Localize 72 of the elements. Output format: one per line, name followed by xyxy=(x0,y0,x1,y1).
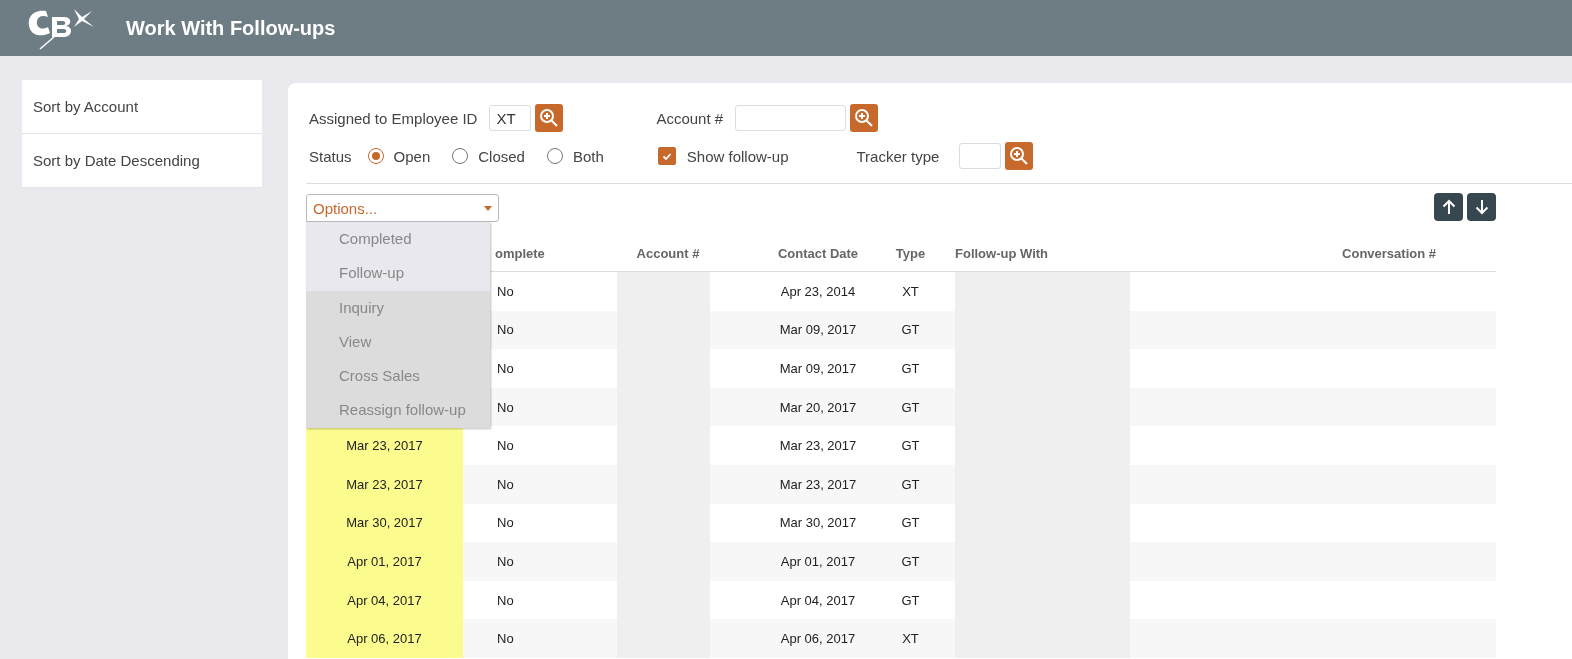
due-date-cell: Mar 23, 2017 xyxy=(306,464,463,504)
column-header: Account # xyxy=(635,244,701,263)
table-cell-text: XT xyxy=(901,282,920,301)
table-cell-text: Mar 23, 2017 xyxy=(778,437,858,456)
column-header: Type xyxy=(894,244,927,263)
account-field[interactable] xyxy=(735,105,847,131)
menu-item[interactable]: Inquiry xyxy=(306,290,490,325)
search-button[interactable] xyxy=(1005,142,1034,170)
table-cell-text: GT xyxy=(900,321,921,340)
table-cell-text: GT xyxy=(900,360,921,378)
column-header: omplete xyxy=(494,244,546,263)
table-cell-text: Apr 23, 2014 xyxy=(779,282,857,301)
table-cell-text: GT xyxy=(900,475,921,494)
menu-item[interactable]: Reassign follow-up xyxy=(306,393,490,428)
field-label: Account # xyxy=(656,109,724,127)
radio-label: Open xyxy=(393,147,431,165)
search-button[interactable] xyxy=(850,104,879,132)
radio-label: Closed xyxy=(478,147,525,165)
tracker-type-field[interactable] xyxy=(959,143,1002,169)
table-cell-text: No xyxy=(496,552,515,571)
menu-item[interactable]: View xyxy=(306,324,490,360)
table-cell-text: No xyxy=(496,437,515,456)
column-header: Follow-up With xyxy=(954,244,1050,263)
table-cell-text: XT xyxy=(901,630,920,649)
table-cell-text: Mar 30, 2017 xyxy=(778,514,858,533)
menu-item[interactable]: Completed xyxy=(306,222,490,257)
options-dropdown[interactable]: Options... xyxy=(306,194,499,222)
table-cell-text: GT xyxy=(900,398,921,417)
down-arrow-icon xyxy=(1474,199,1489,215)
radio-label: Both xyxy=(572,147,604,165)
table-cell-text: No xyxy=(496,475,515,494)
menu-item[interactable]: Cross Sales xyxy=(306,359,490,394)
table-cell-text: No xyxy=(496,321,515,340)
table-cell-text: GT xyxy=(900,591,921,610)
due-date-cell: Apr 04, 2017 xyxy=(306,580,463,620)
move-up-button[interactable] xyxy=(1434,193,1463,221)
move-down-button[interactable] xyxy=(1467,193,1496,221)
table-cell-text: Mar 09, 2017 xyxy=(778,321,858,340)
menu-item[interactable]: Follow-up xyxy=(306,256,490,291)
table-cell-text: Apr 06, 2017 xyxy=(779,630,857,649)
search-button[interactable] xyxy=(535,104,564,132)
page-title: Work With Follow-ups xyxy=(126,16,336,40)
table-cell-text: No xyxy=(496,591,515,610)
field-label: Assigned to Employee ID xyxy=(309,109,478,127)
table-cell-text: No xyxy=(496,360,515,378)
sidebar-item[interactable]: Sort by Date Descending xyxy=(22,134,262,188)
due-date-cell: Apr 06, 2017 xyxy=(306,619,463,658)
table-cell-text: Mar 09, 2017 xyxy=(778,360,858,378)
caret-icon xyxy=(484,205,492,211)
table-cell-text: No xyxy=(496,282,515,301)
table-cell-text: GT xyxy=(900,437,921,456)
due-date-cell: Mar 30, 2017 xyxy=(306,503,463,543)
field-label: Status xyxy=(309,147,352,165)
employee-id-field[interactable]: XT xyxy=(489,105,532,131)
table-cell-text: No xyxy=(496,398,515,417)
sidebar-item[interactable]: Sort by Account xyxy=(22,80,262,134)
checkbox-label: Show follow-up xyxy=(686,147,789,165)
table-cell-text: Mar 20, 2017 xyxy=(778,398,858,417)
column-header: Contact Date xyxy=(776,244,860,263)
table-cell-text: Apr 04, 2017 xyxy=(779,591,857,610)
checkbox[interactable] xyxy=(657,147,676,165)
table-cell-text: GT xyxy=(900,552,921,571)
up-arrow-icon xyxy=(1441,199,1456,215)
table-cell-text: No xyxy=(496,630,515,649)
due-date-cell: Apr 01, 2017 xyxy=(306,542,463,581)
table-cell-text: No xyxy=(496,514,515,533)
table-cell-text: Mar 23, 2017 xyxy=(778,475,858,494)
field-label: Tracker type xyxy=(856,147,940,165)
column-header: Conversation # xyxy=(1341,244,1437,263)
table-cell-text: Apr 01, 2017 xyxy=(779,552,857,571)
table-cell-text: GT xyxy=(900,514,921,533)
due-date-cell: Mar 23, 2017 xyxy=(306,426,463,465)
